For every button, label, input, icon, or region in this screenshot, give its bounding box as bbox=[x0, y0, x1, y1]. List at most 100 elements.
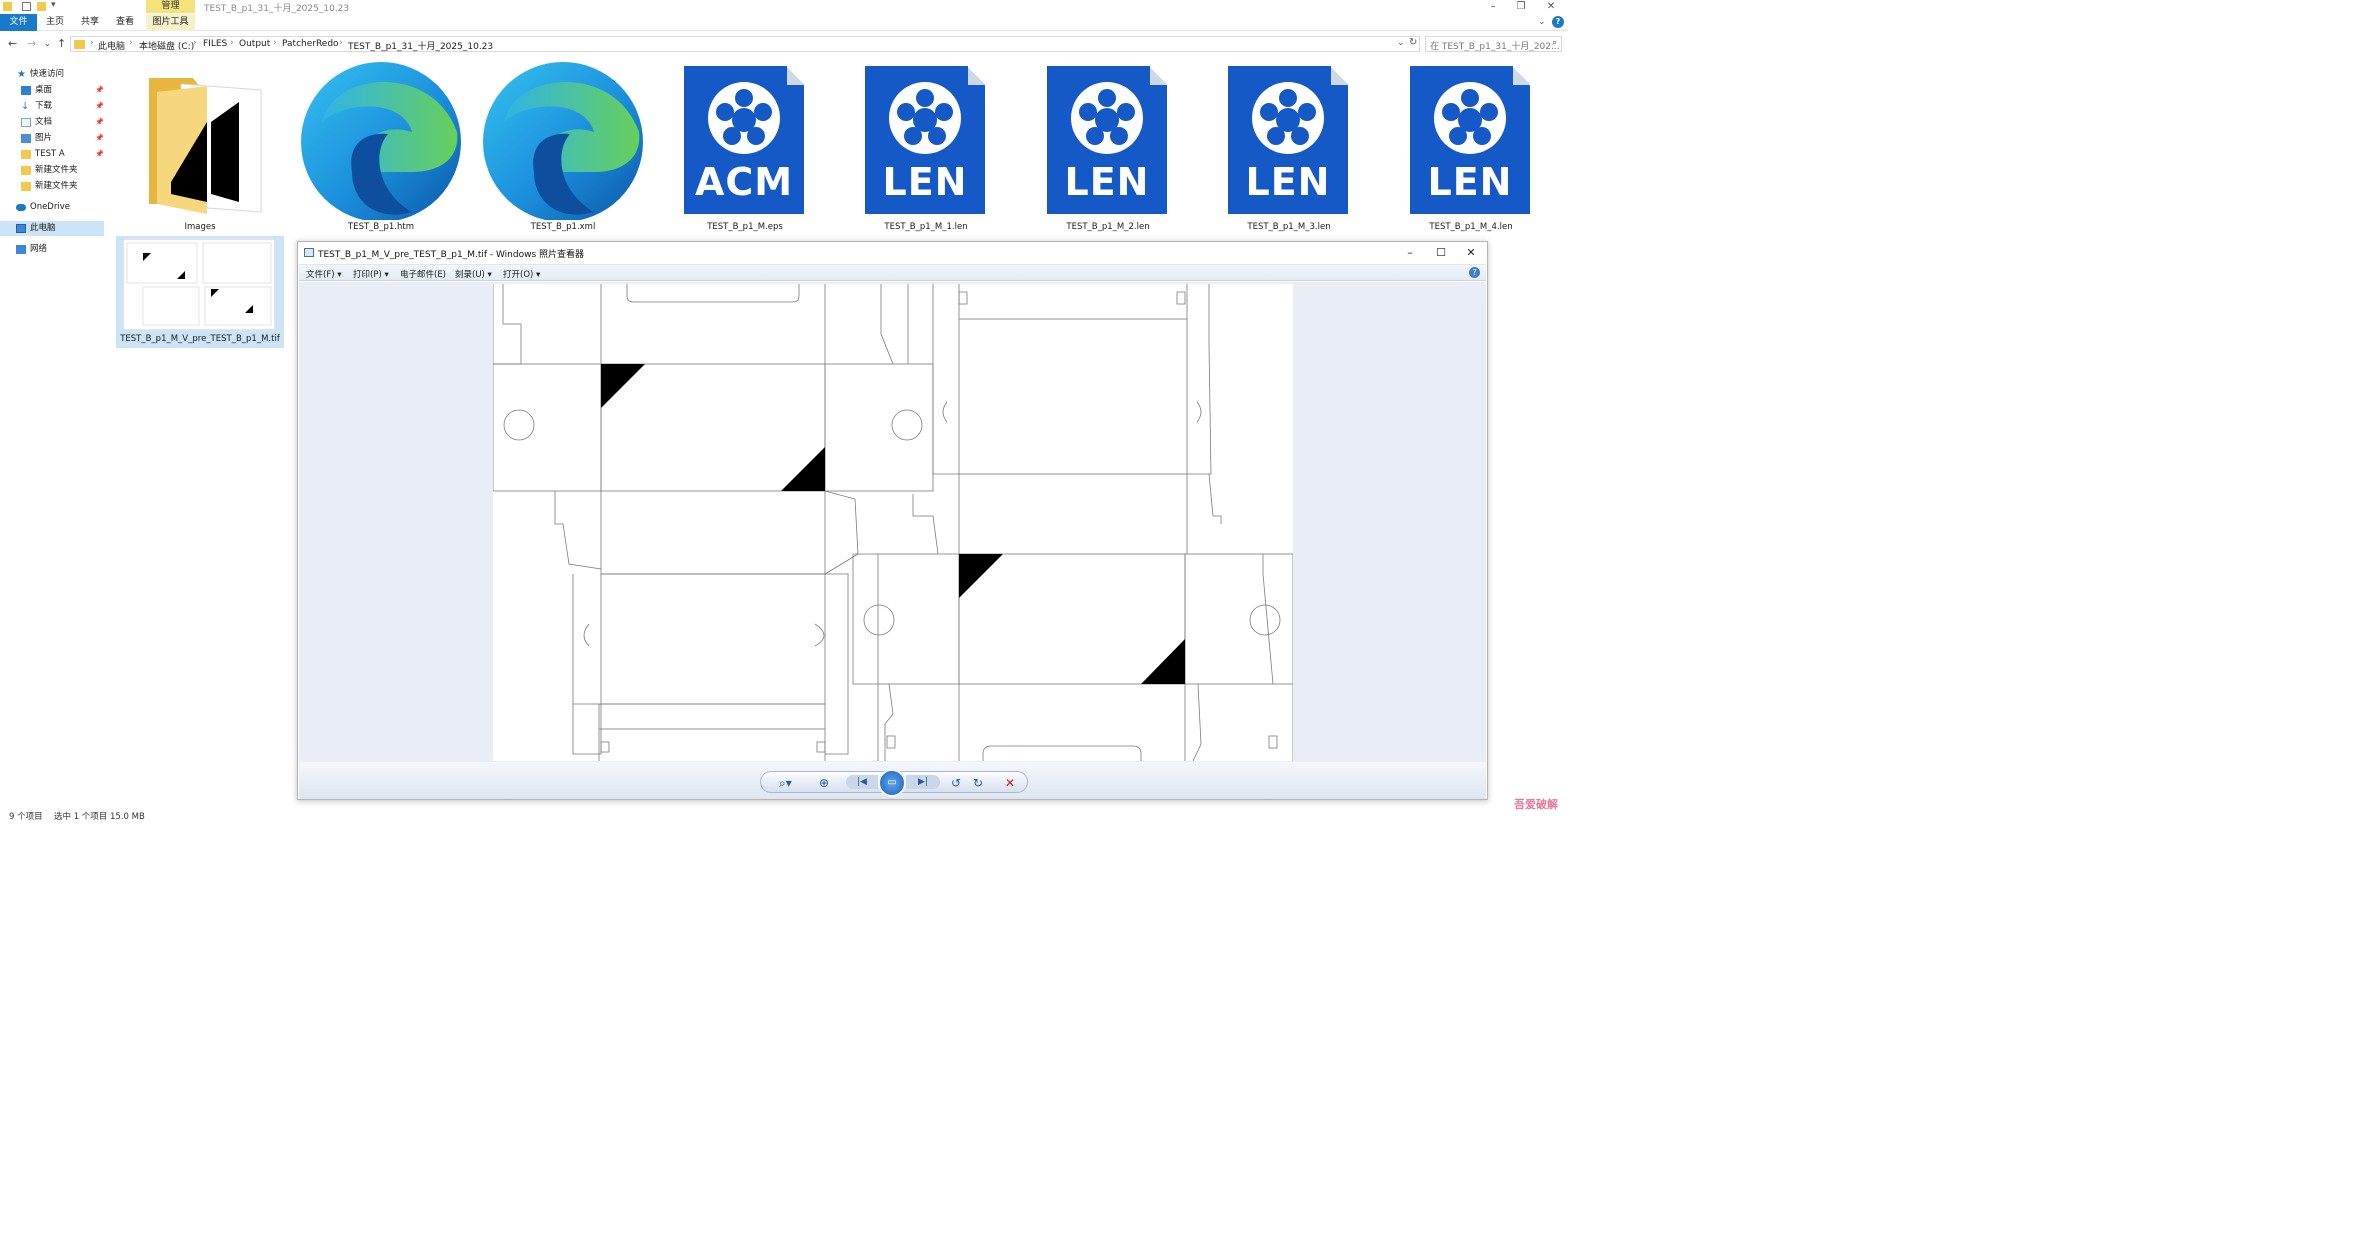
nav-network[interactable]: 网络 bbox=[0, 242, 104, 257]
slideshow-icon[interactable]: ▭ bbox=[878, 769, 906, 797]
nav-new-folder-2[interactable]: 新建文件夹 bbox=[0, 179, 104, 194]
new-folder-icon[interactable] bbox=[37, 2, 46, 11]
status-bar: 9 个项目 选中 1 个项目 15.0 MB bbox=[0, 808, 1568, 822]
forward-icon[interactable]: → bbox=[27, 37, 36, 50]
breadcrumb-files[interactable]: FILES bbox=[203, 39, 227, 49]
nav-new-folder-1[interactable]: 新建文件夹 bbox=[0, 163, 104, 178]
properties-icon[interactable] bbox=[22, 2, 31, 11]
nav-this-pc[interactable]: 此电脑 bbox=[0, 221, 104, 236]
nav-onedrive[interactable]: OneDrive bbox=[0, 200, 104, 215]
viewer-controls: ⌕▾ ⊕ |◀ ▭ ▶| ↺ ↻ ✕ bbox=[760, 769, 1028, 797]
address-bar[interactable]: › 此电脑 › 本地磁盘 (C:) › FILES › Output › Pat… bbox=[70, 36, 1420, 52]
file-name: Images bbox=[184, 222, 216, 232]
folder-icon bbox=[74, 40, 85, 49]
expand-ribbon-icon[interactable]: ⌄ bbox=[1538, 17, 1546, 27]
selection-info: 选中 1 个项目 15.0 MB bbox=[54, 812, 145, 822]
viewer-canvas[interactable] bbox=[299, 282, 1486, 762]
cloud-icon bbox=[16, 204, 26, 211]
minimize-button[interactable]: – bbox=[1480, 0, 1506, 13]
pin-icon[interactable]: 📌 bbox=[95, 115, 104, 130]
back-icon[interactable]: ← bbox=[8, 37, 17, 50]
menu-print[interactable]: 打印(P) ▾ bbox=[353, 268, 389, 280]
edge-icon bbox=[483, 62, 643, 220]
doc-label: LEN bbox=[1427, 160, 1513, 204]
len-file-icon: LEN bbox=[1228, 66, 1348, 214]
menu-email[interactable]: 电子邮件(E) bbox=[400, 268, 446, 280]
file-item-len-3[interactable]: LEN TEST_B_p1_M_3.len bbox=[1200, 62, 1378, 234]
tab-view[interactable]: 查看 bbox=[110, 14, 140, 31]
breadcrumb-output[interactable]: Output bbox=[239, 39, 270, 49]
file-item-len-2[interactable]: LEN TEST_B_p1_M_2.len bbox=[1019, 62, 1197, 234]
breadcrumb-this-pc[interactable]: 此电脑 bbox=[98, 39, 125, 52]
zoom-icon[interactable]: ⌕▾ bbox=[779, 775, 792, 791]
doc-label: LEN bbox=[1245, 160, 1331, 204]
file-item-len-4[interactable]: LEN TEST_B_p1_M_4.len bbox=[1382, 62, 1560, 234]
delete-icon[interactable]: ✕ bbox=[1005, 775, 1015, 791]
help-icon[interactable]: ? bbox=[1552, 16, 1564, 28]
file-item-eps[interactable]: ACM TEST_B_p1_M.eps bbox=[656, 62, 834, 234]
breadcrumb-local-disk[interactable]: 本地磁盘 (C:) bbox=[139, 39, 194, 52]
manage-tab[interactable]: 管理 bbox=[146, 0, 195, 13]
acm-file-icon: ACM bbox=[684, 66, 804, 214]
file-item-htm[interactable]: TEST_B_p1.htm bbox=[292, 62, 470, 234]
search-placeholder: 在 TEST_B_p1_31_十月_202... bbox=[1430, 42, 1560, 52]
customize-quick-access-icon[interactable]: ▾ bbox=[51, 0, 56, 10]
viewer-help-icon[interactable]: ? bbox=[1469, 267, 1480, 278]
nav-pictures[interactable]: 图片 📌 bbox=[0, 131, 104, 146]
pin-icon[interactable]: 📌 bbox=[95, 147, 104, 162]
download-icon: ↓ bbox=[21, 101, 30, 112]
up-icon[interactable]: ↑ bbox=[57, 37, 66, 50]
tab-home[interactable]: 主页 bbox=[40, 14, 70, 31]
search-input[interactable]: 在 TEST_B_p1_31_十月_202... ⌕ bbox=[1425, 36, 1562, 52]
viewer-close-button[interactable]: ✕ bbox=[1459, 245, 1483, 261]
breadcrumb-patcherredo[interactable]: PatcherRedo bbox=[282, 39, 339, 49]
nav-desktop[interactable]: 桌面 📌 bbox=[0, 83, 104, 98]
file-name: TEST_B_p1.htm bbox=[348, 222, 414, 232]
viewer-minimize-button[interactable]: – bbox=[1398, 245, 1422, 261]
file-name: TEST_B_p1_M_4.len bbox=[1429, 222, 1513, 232]
recent-locations-icon[interactable]: ⌄ bbox=[44, 39, 51, 48]
nav-test-a[interactable]: TEST A 📌 bbox=[0, 147, 104, 162]
tab-share[interactable]: 共享 bbox=[75, 14, 105, 31]
folder-icon bbox=[21, 182, 31, 191]
previous-icon[interactable]: |◀ bbox=[846, 775, 878, 789]
fit-icon[interactable]: ⊕ bbox=[819, 775, 829, 791]
rotate-left-icon[interactable]: ↺ bbox=[951, 775, 961, 791]
rotate-right-icon[interactable]: ↻ bbox=[973, 775, 983, 791]
document-icon bbox=[21, 118, 31, 127]
nav-downloads[interactable]: ↓ 下载 📌 bbox=[0, 99, 104, 114]
close-button[interactable]: ✕ bbox=[1538, 0, 1564, 13]
next-icon[interactable]: ▶| bbox=[906, 775, 940, 789]
pin-icon[interactable]: 📌 bbox=[95, 131, 104, 146]
asterisk-icon bbox=[708, 82, 780, 154]
restore-button[interactable]: ❐ bbox=[1508, 0, 1534, 13]
watermark-logo: 吾爱破解 bbox=[1514, 798, 1558, 811]
tab-file[interactable]: 文件 bbox=[0, 14, 37, 31]
menu-open[interactable]: 打开(O) ▾ bbox=[503, 268, 540, 280]
nav-quick-access[interactable]: ★ 快速访问 bbox=[0, 67, 104, 82]
pictures-icon bbox=[21, 134, 31, 143]
address-dropdown-icon[interactable]: ⌄ bbox=[1397, 38, 1405, 48]
doc-label: LEN bbox=[1064, 160, 1150, 204]
pin-icon[interactable]: 📌 bbox=[95, 99, 104, 114]
menu-burn[interactable]: 刻录(U) ▾ bbox=[455, 268, 492, 280]
folder-icon bbox=[149, 78, 262, 214]
viewer-titlebar: TEST_B_p1_M_V_pre_TEST_B_p1_M.tif - Wind… bbox=[298, 242, 1487, 264]
file-item-xml[interactable]: TEST_B_p1.xml bbox=[474, 62, 652, 234]
menu-file[interactable]: 文件(F) ▾ bbox=[306, 268, 342, 280]
viewer-maximize-button[interactable]: ☐ bbox=[1429, 245, 1453, 261]
asterisk-icon bbox=[1434, 82, 1506, 154]
photo-viewer-window: TEST_B_p1_M_V_pre_TEST_B_p1_M.tif - Wind… bbox=[297, 241, 1488, 800]
tab-picture-tools[interactable]: 图片工具 bbox=[146, 14, 195, 31]
file-item-len-1[interactable]: LEN TEST_B_p1_M_1.len bbox=[837, 62, 1015, 234]
explorer-titlebar: ▾ 管理 TEST_B_p1_31_十月_2025_10.23 – ❐ ✕ bbox=[0, 0, 1568, 14]
breadcrumb-current-folder[interactable]: TEST_B_p1_31_十月_2025_10.23 bbox=[348, 39, 493, 52]
file-name: TEST_B_p1_M_2.len bbox=[1066, 222, 1150, 232]
pin-icon[interactable]: 📌 bbox=[95, 83, 104, 98]
viewer-title: TEST_B_p1_M_V_pre_TEST_B_p1_M.tif - Wind… bbox=[318, 250, 585, 260]
refresh-icon[interactable]: ↻ bbox=[1409, 37, 1417, 48]
asterisk-icon bbox=[1071, 82, 1143, 154]
file-item-tif[interactable]: TEST_B_p1_M_V_pre_TEST_B_p1_M.tif bbox=[116, 236, 284, 348]
nav-documents[interactable]: 文档 📌 bbox=[0, 115, 104, 130]
file-item-images-folder[interactable]: Images bbox=[111, 62, 289, 234]
